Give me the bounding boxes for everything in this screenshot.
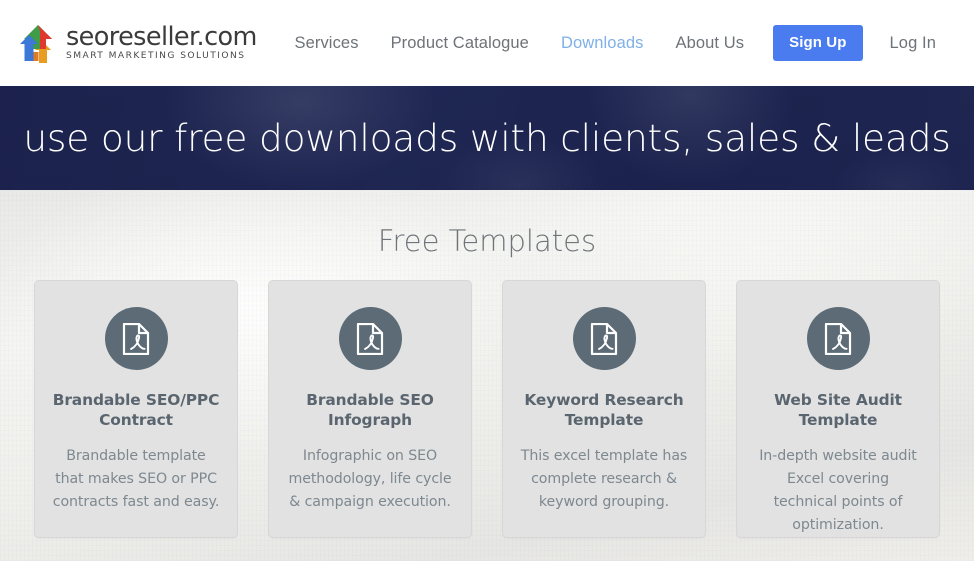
card-title: Web Site Audit Template xyxy=(774,391,902,430)
template-card[interactable]: Keyword Research Template This excel tem… xyxy=(502,280,706,538)
card-description: In-depth website audit Excel covering te… xyxy=(759,447,917,533)
card-description: Infographic on SEO methodology, life cyc… xyxy=(288,447,452,510)
card-title: Brandable SEO Infograph xyxy=(306,391,434,430)
card-description: This excel template has complete researc… xyxy=(520,447,688,510)
section-title-free-templates: Free Templates xyxy=(377,224,597,258)
template-card-grid: Brandable SEO/PPC Contract Brandable tem… xyxy=(0,280,974,538)
card-description: Brandable template that makes SEO or PPC… xyxy=(52,447,220,510)
hero-banner: use our free downloads with clients, sal… xyxy=(0,86,974,190)
card-title: Brandable SEO/PPC Contract xyxy=(52,391,220,430)
log-in-link[interactable]: Log In xyxy=(874,34,952,53)
nav-item-downloads[interactable]: Downloads xyxy=(545,34,660,53)
card-title: Keyword Research Template xyxy=(524,391,684,430)
file-pdf-icon xyxy=(572,307,636,370)
nav-item-services[interactable]: Services xyxy=(278,34,374,53)
hero-title: use our free downloads with clients, sal… xyxy=(23,116,951,160)
file-pdf-icon xyxy=(104,307,168,370)
primary-navigation: Services Product Catalogue Downloads Abo… xyxy=(278,25,952,61)
sign-up-button[interactable]: Sign Up xyxy=(773,25,863,61)
template-card[interactable]: Web Site Audit Template In-depth website… xyxy=(736,280,940,538)
file-pdf-icon xyxy=(806,307,870,370)
nav-item-product-catalogue[interactable]: Product Catalogue xyxy=(375,34,545,53)
logo-tagline: SMART MARKETING SOLUTIONS xyxy=(66,51,246,62)
site-logo[interactable]: seoreseller.com SMART MARKETING SOLUTION… xyxy=(16,22,257,64)
logo-wordmark: seoreseller.com xyxy=(66,22,257,53)
main-content: Free Templates Brandable SEO/PPC Contrac… xyxy=(0,190,974,561)
house-arrows-logo-icon xyxy=(16,22,60,64)
template-card[interactable]: Brandable SEO Infograph Infographic on S… xyxy=(268,280,472,538)
template-card[interactable]: Brandable SEO/PPC Contract Brandable tem… xyxy=(34,280,238,538)
site-header: seoreseller.com SMART MARKETING SOLUTION… xyxy=(0,0,974,86)
file-pdf-icon xyxy=(338,307,402,370)
nav-item-about-us[interactable]: About Us xyxy=(659,34,760,53)
